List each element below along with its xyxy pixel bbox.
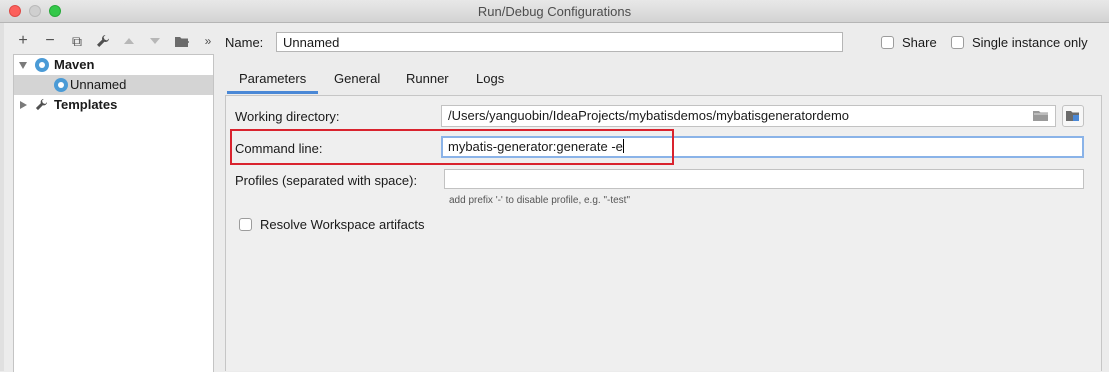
tree-item-label: Templates [54,97,118,112]
new-folder-icon[interactable] [173,30,191,52]
share-label: Share [902,35,937,50]
tree-item-label: Maven [54,57,95,72]
highlight-box [230,129,674,165]
working-directory-label: Working directory: [235,109,340,124]
single-instance-label: Single instance only [972,35,1088,50]
tab-general[interactable]: General [334,64,380,94]
resolve-workspace-checkbox[interactable] [239,218,252,231]
background-strip [0,23,4,371]
add-icon[interactable]: + [14,30,32,52]
share-checkbox[interactable] [881,36,894,49]
maven-gear-icon [35,58,49,72]
folder-icon[interactable] [1033,110,1049,122]
move-up-icon[interactable] [120,30,138,52]
move-down-icon[interactable] [146,30,164,52]
name-label: Name: [225,35,264,50]
configuration-tree: Maven Unnamed Templates [13,54,214,372]
chevron-down-icon[interactable] [19,62,27,69]
name-input[interactable]: Unnamed [276,32,843,52]
maven-gear-icon [54,78,68,92]
title-bar: Run/Debug Configurations [0,0,1109,23]
profiles-hint: add prefix '-' to disable profile, e.g. … [449,195,631,206]
profiles-input[interactable] [444,169,1084,189]
tree-item-unnamed[interactable]: Unnamed [14,75,213,95]
resolve-workspace-label: Resolve Workspace artifacts [260,217,425,232]
tree-item-templates[interactable]: Templates [14,95,213,115]
wrench-icon[interactable] [94,30,112,52]
wrench-icon [35,95,48,116]
more-icon[interactable]: » [199,30,217,52]
single-instance-checkbox[interactable] [951,36,964,49]
tab-runner[interactable]: Runner [406,64,449,94]
macros-button[interactable] [1062,105,1084,127]
tab-logs[interactable]: Logs [476,64,504,94]
tree-item-maven[interactable]: Maven [14,55,213,75]
profiles-label: Profiles (separated with space): [235,173,418,188]
working-directory-value: /Users/yanguobin/IdeaProjects/mybatisdem… [448,108,850,123]
remove-icon[interactable]: − [41,30,59,52]
tree-item-label: Unnamed [70,77,127,92]
chevron-right-icon[interactable] [20,101,27,109]
copy-icon[interactable]: ⧉ [68,30,86,52]
tab-parameters[interactable]: Parameters [226,64,319,94]
folder-icon [1066,111,1079,121]
config-toolbar: + − ⧉ » [14,30,214,54]
working-directory-input[interactable]: /Users/yanguobin/IdeaProjects/mybatisdem… [441,105,1056,127]
window-title: Run/Debug Configurations [477,4,632,19]
